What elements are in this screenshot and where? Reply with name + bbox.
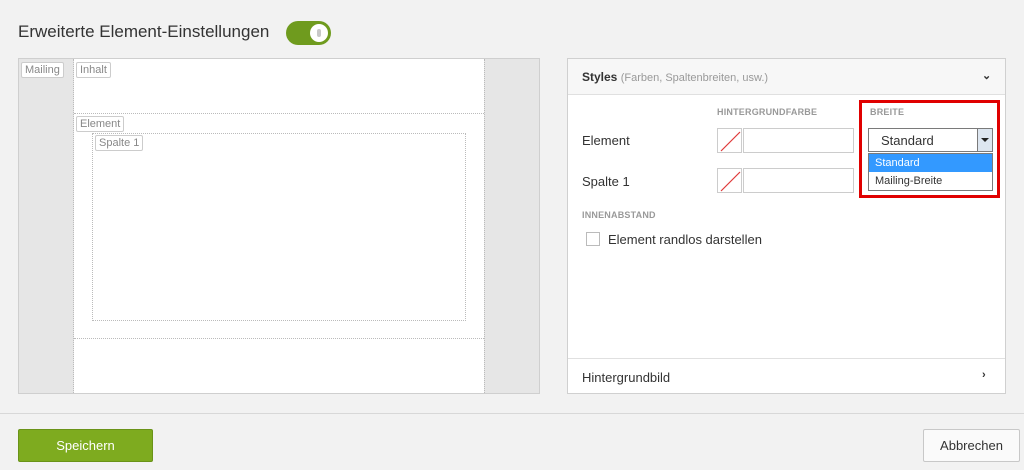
save-button[interactable]: Speichern [18, 429, 153, 462]
color-input-spalte[interactable] [743, 168, 854, 193]
color-input-element[interactable] [743, 128, 854, 153]
column-box[interactable] [92, 133, 466, 321]
background-color-header: HINTERGRUNDFARBE [717, 107, 818, 117]
chevron-down-icon[interactable]: ⌄ [982, 69, 991, 82]
width-select[interactable]: Standard [868, 128, 993, 152]
background-image-label: Hintergrundbild [582, 370, 671, 385]
styles-title-text: Styles [582, 70, 618, 84]
advanced-settings-toggle[interactable] [286, 21, 331, 45]
footer-bar: Speichern Abbrechen [0, 413, 1024, 470]
color-swatch-element[interactable] [717, 128, 742, 153]
spalte-tag[interactable]: Spalte 1 [95, 135, 144, 151]
width-dropdown-list: Standard Mailing-Breite [868, 153, 993, 191]
page-title: Erweiterte Element-Einstellungen [18, 22, 270, 41]
content-divider-bottom [74, 338, 484, 339]
borderless-checkbox-label[interactable]: Element randlos darstellen [608, 232, 762, 247]
styles-panel-header[interactable]: Styles (Farben, Spaltenbreiten, usw.) ⌄ [568, 59, 1005, 95]
width-option-standard[interactable]: Standard [869, 154, 992, 172]
cancel-button[interactable]: Abbrechen [923, 429, 1020, 462]
content-divider-top [74, 113, 484, 114]
dropdown-arrow-icon[interactable] [977, 129, 992, 151]
styles-panel-title: Styles (Farben, Spaltenbreiten, usw.) [582, 70, 768, 84]
preview-margin-right [484, 59, 539, 393]
element-tag[interactable]: Element [76, 116, 125, 132]
styles-panel: Styles (Farben, Spaltenbreiten, usw.) ⌄ … [567, 58, 1006, 394]
width-select-value: Standard [881, 133, 934, 148]
no-color-icon [720, 131, 741, 152]
inhalt-tag[interactable]: Inhalt [76, 62, 111, 78]
borderless-checkbox[interactable] [586, 232, 600, 246]
width-option-mailing-breite[interactable]: Mailing-Breite [869, 172, 992, 190]
no-color-icon [720, 171, 741, 192]
color-swatch-spalte[interactable] [717, 168, 742, 193]
chevron-right-icon[interactable]: › [982, 369, 986, 381]
background-image-row[interactable]: Hintergrundbild › [568, 358, 1005, 394]
toggle-knob [310, 24, 328, 42]
mailing-tag[interactable]: Mailing [21, 62, 64, 78]
preview-margin-left [19, 59, 74, 393]
row-label-element: Element [582, 133, 630, 148]
styles-subtitle: (Farben, Spaltenbreiten, usw.) [620, 72, 769, 84]
preview-canvas: Mailing Inhalt Element Spalte 1 [18, 58, 540, 394]
row-label-spalte: Spalte 1 [582, 174, 630, 189]
padding-section-header: INNENABSTAND [582, 210, 656, 220]
